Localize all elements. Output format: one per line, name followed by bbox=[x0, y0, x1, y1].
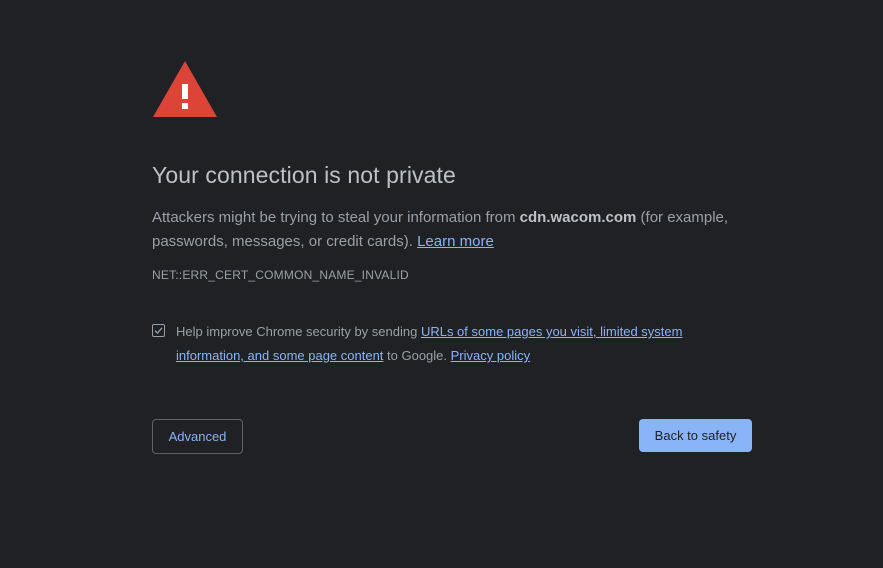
page-title: Your connection is not private bbox=[152, 162, 456, 188]
interstitial-content: Your connection is not private Attackers… bbox=[152, 60, 752, 368]
back-to-safety-button[interactable]: Back to safety bbox=[639, 419, 752, 452]
checkbox-text-continued: to Google. bbox=[383, 348, 451, 363]
advanced-button[interactable]: Advanced bbox=[152, 419, 243, 454]
error-code: NET::ERR_CERT_COMMON_NAME_INVALID bbox=[152, 268, 409, 282]
main-message: Attackers might be trying to steal your … bbox=[152, 206, 752, 254]
security-reporting-option: Help improve Chrome security by sending … bbox=[152, 320, 752, 368]
checkmark-icon bbox=[154, 327, 163, 334]
learn-more-link[interactable]: Learn more bbox=[417, 233, 494, 250]
domain-name: cdn.wacom.com bbox=[519, 209, 637, 226]
reporting-checkbox[interactable] bbox=[152, 324, 165, 337]
warning-triangle-icon bbox=[153, 61, 217, 117]
message-text: Attackers might be trying to steal your … bbox=[152, 209, 520, 226]
privacy-policy-link[interactable]: Privacy policy bbox=[451, 348, 530, 363]
checkbox-text: Help improve Chrome security by sending bbox=[176, 324, 421, 339]
